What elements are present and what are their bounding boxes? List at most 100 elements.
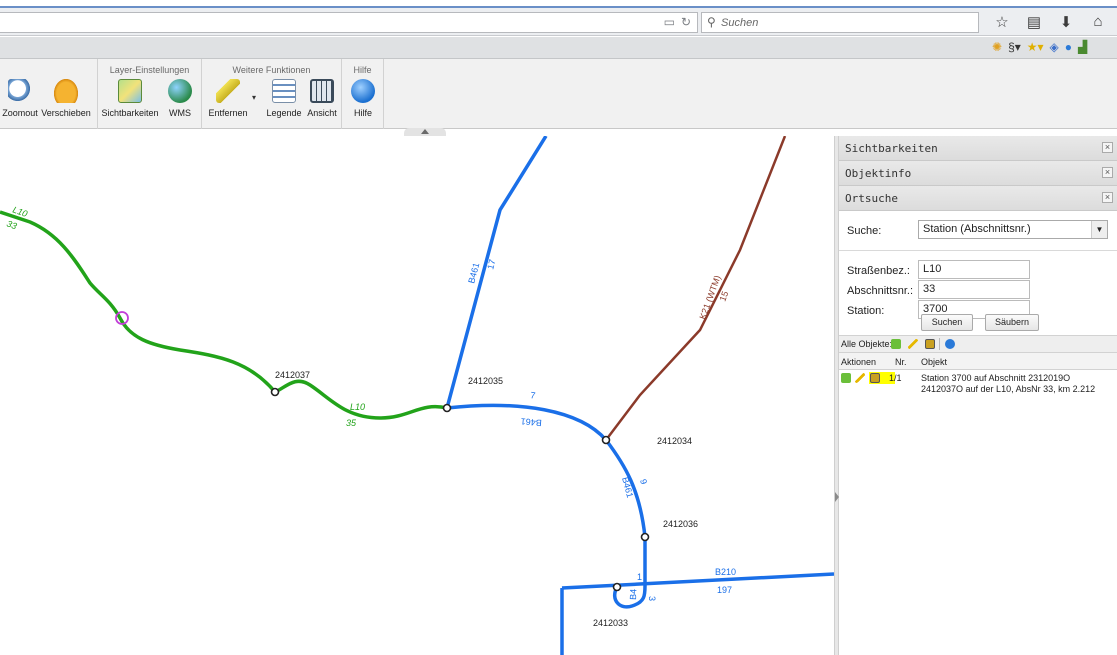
bookmark-star-icon[interactable]: ★▾	[1027, 40, 1044, 54]
diamond-addon-icon[interactable]: ◈	[1050, 40, 1059, 54]
label-node-2412036: 2412036	[663, 519, 698, 529]
suchen-button[interactable]: Suchen	[921, 314, 973, 331]
ribbon-toolbar: Zoomout Verschieben Layer-Einstellungen …	[0, 59, 1117, 129]
group-title: Layer-Einstellungen	[109, 65, 190, 75]
close-icon[interactable]: ×	[1102, 192, 1113, 203]
hilfe-button[interactable]: Hilfe	[333, 79, 393, 118]
tool-label: Verschieben	[41, 108, 91, 118]
col-aktionen: Aktionen	[841, 357, 877, 367]
row-map-icon[interactable]	[841, 373, 851, 385]
abschnitt-input[interactable]: 33	[918, 280, 1030, 299]
label-node-2412033: 2412033	[593, 618, 628, 628]
close-icon[interactable]: ×	[1102, 167, 1113, 178]
strasse-input[interactable]: L10	[918, 260, 1030, 279]
ortsuche-form: Suche: Station (Abschnittsnr.) ▼ Straßen…	[839, 211, 1117, 331]
search-box[interactable]: ⚲ Suchen	[701, 12, 979, 33]
section-title: Ortsuche	[845, 192, 898, 205]
map-svg[interactable]: 2412037 2412035 2412034 2412036 2412033 …	[0, 136, 834, 655]
node-2412035[interactable]	[442, 403, 452, 413]
chevron-down-icon[interactable]: ▼	[1091, 221, 1107, 238]
saeubern-button[interactable]: Säubern	[985, 314, 1039, 331]
tool-label: Hilfe	[353, 108, 372, 118]
entfernen-button[interactable]: Entfernen	[198, 79, 258, 118]
app-window: ▭ ↻ ⚲ Suchen ☆ ▤ ⬇ ⌂ ≡ ✺ §▾ ★▾ ◈ ● ▟	[0, 0, 1117, 655]
paragraph-addon-icon[interactable]: §▾	[1008, 40, 1021, 54]
globe-add-icon	[168, 79, 192, 103]
suche-select-value: Station (Abschnittsnr.)	[923, 223, 1031, 235]
results-table-header: Aktionen Nr. Objekt	[839, 353, 1117, 370]
zoom-to-icon[interactable]	[925, 339, 935, 352]
section-ortsuche[interactable]: Ortsuche ×	[839, 186, 1117, 211]
help-icon	[351, 79, 375, 103]
search-icon: ⚲	[707, 15, 716, 29]
label-b210: B210	[715, 567, 736, 577]
row-objekt: Station 3700 auf Abschnitt 2312019O 2412…	[921, 373, 1096, 394]
map-canvas[interactable]: 2412037 2412035 2412034 2412036 2412033 …	[0, 136, 834, 655]
label-l10-mid-num: 35	[346, 418, 357, 428]
node-2412036[interactable]	[640, 532, 650, 542]
download-icon[interactable]: ⬇	[1050, 13, 1082, 31]
view-icon	[310, 79, 334, 103]
url-bar[interactable]: ▭ ↻	[0, 12, 698, 33]
reader-view-icon[interactable]: ▭	[664, 15, 675, 29]
label-b461-upper-num: 17	[485, 258, 497, 270]
browser-nav-icons: ☆ ▤ ⬇ ⌂ ≡	[986, 13, 1117, 31]
chart-addon-icon[interactable]: ▟	[1078, 40, 1087, 54]
label-b461-curve: B461	[520, 416, 542, 428]
addon-bar: ✺ §▾ ★▾ ◈ ● ▟	[0, 37, 1117, 59]
ribbon-collapse-tab[interactable]	[404, 128, 446, 136]
section-title: Sichtbarkeiten	[845, 142, 938, 155]
label-b461-bottom-num: 1	[637, 572, 642, 582]
close-icon[interactable]: ×	[1102, 142, 1113, 153]
suche-select[interactable]: Station (Abschnittsnr.) ▼	[918, 220, 1108, 239]
row-nr: 1/1	[889, 373, 902, 383]
road-b461-curve[interactable]	[446, 403, 647, 586]
section-title: Objektinfo	[845, 167, 912, 180]
strasse-label: Straßenbez.:	[847, 265, 910, 277]
label-l10-mid: L10	[350, 402, 365, 412]
browser-toolbar: ▭ ↻ ⚲ Suchen ☆ ▤ ⬇ ⌂ ≡	[0, 8, 1117, 36]
row-edit-icon[interactable]	[855, 373, 865, 385]
ribbon-group-hilfe: Hilfe Hilfe	[342, 59, 384, 129]
edit-pen-icon[interactable]	[908, 339, 918, 352]
star-icon[interactable]: ☆	[986, 13, 1018, 31]
side-panel: Sichtbarkeiten × Objektinfo × Ortsuche ×…	[839, 136, 1117, 655]
node-2412033[interactable]	[612, 582, 622, 592]
col-objekt: Objekt	[921, 357, 948, 367]
help-addon-icon[interactable]: ●	[1065, 40, 1072, 54]
tool-label: Entfernen	[208, 108, 248, 118]
label-node-2412034: 2412034	[657, 436, 692, 446]
label-b461-right-num: 9	[638, 478, 649, 485]
road-b210[interactable]	[561, 572, 834, 590]
station-label: Station:	[847, 305, 885, 317]
group-title: Hilfe	[353, 65, 372, 75]
reading-list-icon[interactable]: ▤	[1018, 13, 1050, 31]
col-nr: Nr.	[895, 357, 907, 367]
row-zoom-icon[interactable]	[870, 373, 880, 383]
label-k21-num: 15	[717, 290, 730, 303]
export-map-icon[interactable]	[891, 339, 901, 352]
eraser-icon	[216, 79, 240, 103]
form-divider	[839, 250, 1117, 251]
help-icon[interactable]	[945, 339, 955, 352]
label-b461-upper: B461	[466, 262, 481, 285]
node-2412034[interactable]	[601, 435, 611, 445]
verschieben-button[interactable]: Verschieben	[36, 79, 96, 118]
table-row[interactable]: 1/1 Station 3700 auf Abschnitt 2312019O …	[839, 370, 1117, 400]
search-placeholder: Suchen	[721, 17, 759, 29]
reload-icon[interactable]: ↻	[681, 15, 691, 29]
section-sichtbarkeiten[interactable]: Sichtbarkeiten ×	[839, 136, 1117, 161]
road-k21[interactable]	[605, 136, 787, 441]
label-node-2412035: 2412035	[468, 376, 503, 386]
label-node-2412037: 2412037	[275, 370, 310, 380]
node-2412037[interactable]	[270, 387, 280, 397]
label-b461-right: B461	[620, 476, 635, 499]
abschnitt-label: Abschnittsnr.:	[847, 285, 914, 297]
ribbon-group-navigation: Zoomout Verschieben	[0, 59, 98, 129]
road-l10[interactable]	[0, 210, 448, 420]
home-icon[interactable]: ⌂	[1082, 13, 1114, 31]
hand-pan-icon	[54, 79, 78, 103]
gear-addon-icon[interactable]: ✺	[992, 40, 1002, 54]
road-b461-upper[interactable]	[445, 136, 548, 409]
section-objektinfo[interactable]: Objektinfo ×	[839, 161, 1117, 186]
